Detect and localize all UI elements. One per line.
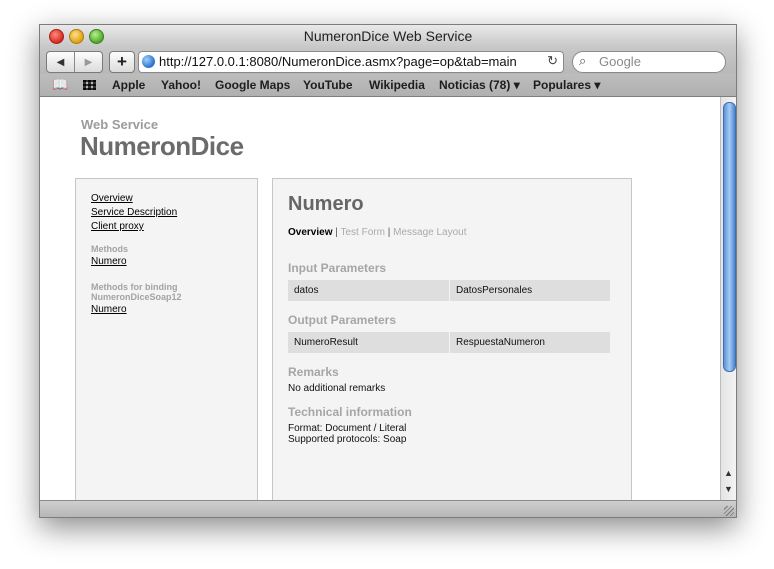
service-label: Web Service — [81, 117, 159, 132]
binding-heading-line1: Methods for binding — [91, 282, 178, 292]
tab-overview[interactable]: Overview — [288, 227, 332, 238]
resize-grip-icon[interactable] — [724, 506, 734, 516]
scroll-thumb[interactable] — [723, 102, 736, 372]
sidebar-method-numero[interactable]: Numero — [91, 256, 127, 267]
status-bar — [40, 500, 736, 517]
page-content: Web Service NumeronDice Overview Service… — [40, 97, 720, 510]
browser-toolbar: ◀ ▶ + http://127.0.0.1:8080/NumeronDice.… — [40, 47, 736, 74]
operation-panel: Numero Overview | Test Form | Message La… — [272, 178, 632, 510]
browser-window: NumeronDice Web Service ◀ ▶ + http://127… — [39, 24, 737, 518]
sidebar-link-client-proxy[interactable]: Client proxy — [91, 221, 144, 232]
back-arrow-icon: ◀ — [56, 56, 65, 68]
sidebar-link-overview[interactable]: Overview — [91, 193, 133, 204]
tab-separator: | — [335, 227, 338, 238]
bookmark-noticias[interactable]: Noticias (78) ▾ — [439, 78, 520, 92]
methods-heading: Methods — [91, 244, 128, 254]
back-button[interactable]: ◀ — [47, 52, 74, 72]
input-parameters-heading: Input Parameters — [288, 261, 387, 275]
globe-icon — [142, 55, 155, 68]
remarks-text: No additional remarks — [288, 383, 386, 394]
add-bookmark-button[interactable]: + — [109, 51, 135, 73]
bookmarks-book-icon[interactable]: 📖 — [52, 77, 68, 93]
param-name: datos — [288, 280, 449, 301]
service-sidebar: Overview Service Description Client prox… — [75, 178, 258, 510]
output-param-row: NumeroResult RespuestaNumeron — [288, 332, 610, 353]
bookmark-google-maps[interactable]: Google Maps — [215, 78, 290, 92]
tech-protocols: Supported protocols: Soap — [288, 434, 407, 445]
reload-icon[interactable]: ↻ — [547, 53, 558, 69]
sidebar-link-service-description[interactable]: Service Description — [91, 207, 177, 218]
vertical-scrollbar[interactable]: ▲ ▼ — [720, 97, 736, 500]
tech-format: Format: Document / Literal — [288, 423, 407, 434]
scroll-down-arrow-icon[interactable]: ▼ — [724, 484, 733, 494]
search-icon: ⌕ — [579, 53, 587, 68]
tab-separator: | — [387, 227, 391, 238]
param-type: DatosPersonales — [450, 280, 610, 301]
window-title: NumeronDice Web Service — [303, 28, 473, 44]
forward-button[interactable]: ▶ — [74, 52, 102, 72]
search-box[interactable]: ⌕ — [572, 51, 726, 73]
technical-information-heading: Technical information — [288, 405, 412, 419]
nav-buttons: ◀ ▶ — [46, 51, 103, 73]
scroll-up-arrow-icon[interactable]: ▲ — [724, 468, 733, 478]
title-bar: NumeronDice Web Service — [40, 25, 736, 47]
bookmark-apple[interactable]: Apple — [112, 78, 145, 92]
binding-heading-line2: NumeronDiceSoap12 — [91, 292, 182, 302]
tab-message-layout[interactable]: Message Layout — [393, 227, 466, 238]
forward-arrow-icon: ▶ — [84, 56, 93, 68]
tab-test-form[interactable]: Test Form — [340, 227, 384, 238]
bookmark-wikipedia[interactable]: Wikipedia — [369, 78, 425, 92]
address-bar[interactable]: http://127.0.0.1:8080/NumeronDice.asmx?p… — [138, 51, 564, 73]
bookmarks-bar: 📖 Apple Yahoo! Google Maps YouTube Wikip… — [40, 74, 736, 97]
url-text[interactable]: http://127.0.0.1:8080/NumeronDice.asmx?p… — [159, 54, 537, 69]
operation-title: Numero — [288, 193, 364, 215]
bookmark-yahoo[interactable]: Yahoo! — [161, 78, 201, 92]
input-param-row: datos DatosPersonales — [288, 280, 610, 301]
search-input[interactable] — [599, 54, 717, 69]
top-sites-grid-icon[interactable] — [83, 80, 96, 90]
plus-icon: + — [117, 52, 127, 71]
operation-tabs: Overview | Test Form | Message Layout — [288, 227, 467, 238]
service-name: NumeronDice — [80, 131, 244, 161]
output-parameters-heading: Output Parameters — [288, 313, 397, 327]
bookmark-populares[interactable]: Populares ▾ — [533, 78, 600, 92]
param-name: NumeroResult — [288, 332, 449, 353]
sidebar-binding-method-numero[interactable]: Numero — [91, 304, 127, 315]
bookmark-youtube[interactable]: YouTube — [303, 78, 353, 92]
remarks-heading: Remarks — [288, 365, 339, 379]
param-type: RespuestaNumeron — [450, 332, 610, 353]
